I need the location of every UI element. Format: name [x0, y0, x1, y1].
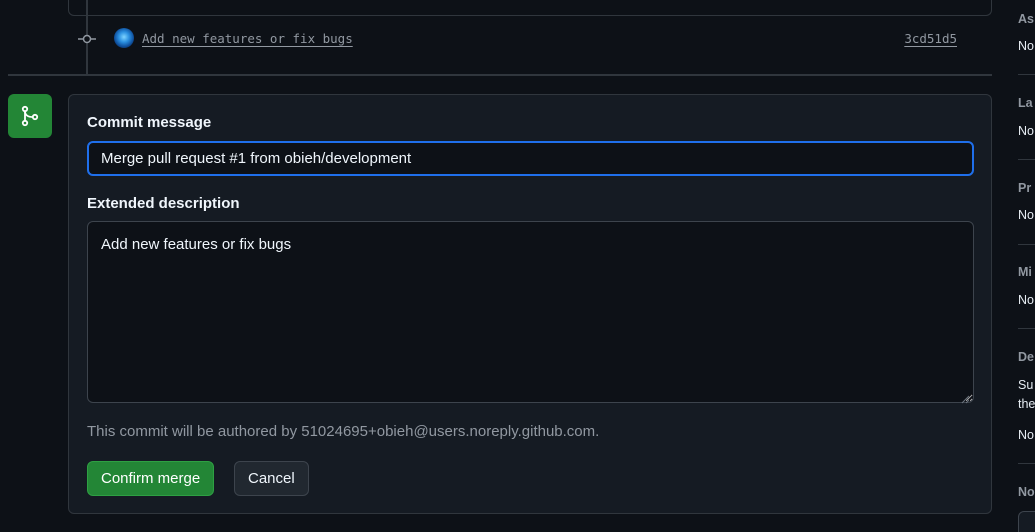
sidebar-value: No	[1018, 124, 1034, 138]
timeline-commit-row: Add new features or fix bugs 3cd51d5	[0, 28, 1000, 50]
sidebar-heading[interactable]: No	[1018, 485, 1035, 499]
right-sidebar: As No La No Pr No Mi No De Su the No No	[1018, 0, 1035, 532]
commit-message-link[interactable]: Add new features or fix bugs	[142, 31, 353, 46]
extended-description-label: Extended description	[87, 195, 240, 212]
sidebar-value: No	[1018, 293, 1034, 307]
git-merge-icon	[8, 94, 52, 138]
sidebar-value: No	[1018, 39, 1034, 53]
sidebar-button[interactable]	[1018, 511, 1035, 532]
merge-form: Commit message Extended description Add …	[68, 94, 992, 514]
timeline-divider	[8, 74, 992, 76]
git-commit-icon	[78, 31, 96, 47]
sidebar-value: No	[1018, 428, 1034, 442]
cancel-button[interactable]: Cancel	[234, 461, 309, 496]
sidebar-heading[interactable]: As	[1018, 12, 1034, 26]
sidebar-separator	[1018, 244, 1035, 245]
avatar[interactable]	[114, 28, 134, 48]
sidebar-separator	[1018, 328, 1035, 329]
sidebar-value: No	[1018, 208, 1034, 222]
commit-message-label: Commit message	[87, 114, 212, 131]
previous-comment-box	[68, 0, 992, 16]
sidebar-text: the	[1018, 397, 1035, 411]
sidebar-separator	[1018, 74, 1035, 75]
commit-sha-link[interactable]: 3cd51d5	[904, 31, 957, 46]
extended-description-textarea[interactable]: Add new features or fix bugs	[87, 221, 974, 403]
confirm-merge-button[interactable]: Confirm merge	[87, 461, 215, 496]
merge-pr-page: Add new features or fix bugs 3cd51d5 Com…	[0, 0, 1035, 532]
sidebar-separator	[1018, 159, 1035, 160]
sidebar-heading[interactable]: Pr	[1018, 181, 1031, 195]
sidebar-text: Su	[1018, 378, 1034, 392]
sidebar-heading[interactable]: De	[1018, 350, 1034, 364]
resize-grip-icon[interactable]	[960, 389, 970, 404]
sidebar-heading[interactable]: Mi	[1018, 265, 1032, 279]
sidebar-heading[interactable]: La	[1018, 96, 1033, 110]
commit-message-input[interactable]	[87, 141, 974, 176]
author-note: This commit will be authored by 51024695…	[87, 423, 600, 440]
sidebar-separator	[1018, 463, 1035, 464]
